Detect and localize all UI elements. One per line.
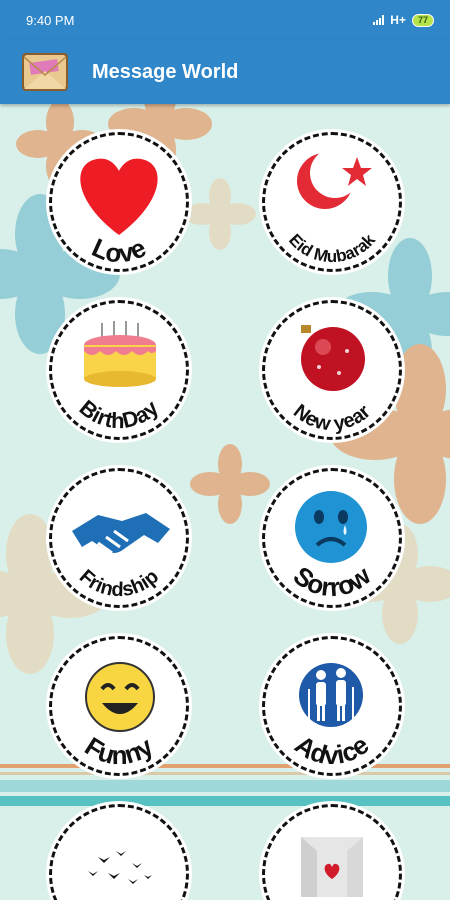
category-label-svg: Love: [88, 232, 151, 268]
category-label-svg: Funny: [80, 731, 159, 770]
category-eid-mubarak-button[interactable]: Eid Mubarak: [262, 132, 402, 272]
category-label: Love: [88, 232, 151, 268]
category-label: Advice: [290, 729, 375, 770]
svg-text:Frindship: Frindship: [75, 566, 163, 602]
category-label: Eid Mubarak: [285, 230, 379, 266]
svg-text:Advice: Advice: [290, 729, 375, 770]
category-label-svg: BirthDay: [75, 395, 164, 433]
category-label: BirthDay: [75, 395, 164, 433]
svg-text:Eid Mubarak: Eid Mubarak: [285, 230, 379, 266]
category-label: Funny: [80, 731, 159, 770]
category-label: Sorrow: [288, 560, 377, 603]
envelope-icon: [22, 53, 68, 91]
category-label-svg: Eid Mubarak: [285, 230, 379, 266]
signal-icon: [373, 15, 385, 25]
flying-birds-icon: [88, 851, 152, 884]
category-advice-button[interactable]: Advice: [262, 636, 402, 776]
category-funny-button[interactable]: Funny: [49, 636, 189, 776]
status-icons: H+ 77: [373, 13, 434, 27]
status-bar: 9:40 PM H+ 77: [0, 0, 450, 40]
category-love-button[interactable]: Love: [49, 132, 189, 272]
category-birds-button[interactable]: [49, 804, 189, 900]
svg-text:New year: New year: [289, 400, 375, 435]
category-birthday-button[interactable]: BirthDay: [49, 300, 189, 440]
app-bar: Message World: [0, 40, 450, 104]
category-label: Frindship: [75, 566, 163, 602]
category-new-year-button[interactable]: New year: [262, 300, 402, 440]
page-title: Message World: [92, 60, 239, 83]
category-label-svg: Sorrow: [288, 560, 377, 603]
svg-text:Love: Love: [88, 232, 151, 268]
svg-text:BirthDay: BirthDay: [75, 395, 164, 433]
category-label: New year: [289, 400, 375, 435]
svg-text:Sorrow: Sorrow: [288, 560, 377, 603]
category-friendship-button[interactable]: Frindship: [49, 468, 189, 608]
category-label-svg: Frindship: [75, 566, 163, 602]
category-label-svg: Advice: [290, 729, 375, 770]
category-sorrow-button[interactable]: Sorrow: [262, 468, 402, 608]
category-label-svg: New year: [289, 400, 375, 435]
status-time: 9:40 PM: [26, 12, 75, 28]
network-type: H+: [390, 13, 406, 27]
svg-text:Funny: Funny: [80, 731, 159, 770]
category-grid: Love Eid Mubarak BirthDay New year Frind…: [0, 104, 450, 900]
category-heart-room-button[interactable]: [262, 804, 402, 900]
battery-level: 77: [417, 14, 428, 25]
heart-room-icon: [301, 837, 363, 897]
battery-icon: 77: [411, 13, 434, 27]
